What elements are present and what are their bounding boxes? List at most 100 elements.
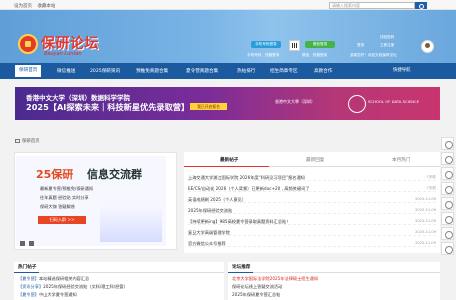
tab-monthly-hot[interactable]: 本月热门: [392, 157, 410, 163]
phone-login-button[interactable]: 手机号码登录: [251, 41, 281, 48]
list-item[interactable]: 【夏令营】中山大学夏令营通知: [18, 292, 77, 298]
join-group-button[interactable]: 扫码入群 >>: [38, 216, 86, 224]
list-item[interactable]: 【持续更新ing】985高校夏令营录取真题资料汇总贴！ 2025-11-09: [188, 217, 436, 225]
back-icon[interactable]: [441, 212, 454, 225]
post-date: 7天前: [426, 175, 436, 179]
list-item[interactable]: 【夏令营】本站精选保研相关内容汇总: [18, 276, 89, 282]
banner-signup-button[interactable]: 我已开启报名: [190, 103, 227, 110]
post-title[interactable]: 2025年保研经验交流贴（文科/理工科/经管）: [43, 284, 128, 289]
logo-icon[interactable]: [18, 34, 38, 54]
post-date: 2025-11-09: [415, 197, 436, 201]
qr-icon[interactable]: [441, 227, 454, 240]
search-icon[interactable]: [415, 2, 427, 9]
poster-title: 信息交流群: [87, 168, 142, 181]
divider: [228, 272, 440, 273]
hot-posts-title: 热门帖子: [18, 265, 37, 270]
list-item[interactable]: 保研论坛线上答疑交流活动: [232, 284, 282, 290]
post-title[interactable]: 复旦大学高级管理学院: [188, 230, 230, 236]
wechat-login-button[interactable]: 微信登录: [305, 41, 335, 48]
register-link[interactable]: 立即注册: [380, 43, 394, 48]
nav-item-cooperation[interactable]: 高教合作: [314, 68, 332, 74]
top-bar: 设为首页 收藏本站 请输入搜索内容: [0, 0, 456, 10]
close-icon[interactable]: [441, 242, 454, 255]
site-logo-sub: Baoyan Luntan: [44, 51, 82, 57]
post-date: 2025-11-09: [415, 219, 436, 223]
school-logo-icon: [348, 95, 366, 113]
nav-item-brochure[interactable]: 招生简章专区: [270, 68, 298, 74]
list-item[interactable]: 英语成绩刷 2025（个人意见） 2025-11-09: [188, 195, 436, 203]
ad-banner[interactable]: 香港中文大学（深圳）数据科学学院 2025【AI探索未来｜科技新星优先录取营】 …: [15, 87, 440, 120]
post-date: 7天前: [426, 186, 436, 190]
carousel-next-icon[interactable]: [29, 241, 34, 246]
welcome-text: 游客您好！欢迎光临保研论坛: [350, 53, 397, 57]
poster-line: 保研大咖 答疑解惑: [40, 204, 75, 209]
post-date: 2025-11-09: [415, 230, 436, 234]
post-title[interactable]: 上海交通大学浦江国际学院 2026年度“科研见习项目”报名通知: [188, 175, 305, 181]
tab-latest-posts[interactable]: 最新帖子: [220, 157, 238, 163]
forum-recommend-section: 论坛推荐 北京大学国际法学院2025年法律硕士招生通知 保研论坛线上答疑交流活动…: [228, 262, 440, 300]
search-input[interactable]: 请输入搜索内容: [329, 2, 415, 9]
post-title[interactable]: 官方微信公众号推荐: [188, 241, 226, 247]
quick-nav-button[interactable]: 快捷导航: [393, 67, 411, 73]
wechat-login-note: 微信，快捷登录: [302, 53, 328, 57]
login-link[interactable]: 登录: [357, 43, 364, 48]
banner-school: SCHOOL OF DATA SCIENCE: [368, 99, 420, 104]
post-list: 上海交通大学浦江国际学院 2026年度“科研见习项目”报名通知 7天前 EE/CS…: [184, 167, 440, 253]
main-nav: 保研首页 微信推送 2025保研资讯 预推免真题合集 夏令营真题合集 热帖排行 …: [0, 63, 456, 79]
avatar[interactable]: [421, 40, 434, 53]
post-title[interactable]: 本站精选保研相关内容汇总: [39, 276, 89, 281]
post-tabs: 最新帖子 最新回复 本月热门: [184, 152, 440, 167]
top-links: 设为首页 收藏本站: [14, 3, 59, 9]
wechat-icon[interactable]: [441, 137, 454, 150]
post-category[interactable]: 【夏令营】: [18, 292, 39, 297]
breadcrumb: 保研首页: [14, 138, 40, 144]
carousel-slide[interactable]: 25保研 信息交流群 最新夏令营/预推免/保研通知 往年真题 经验贴 实时分享 …: [16, 156, 166, 246]
list-item[interactable]: 2025年保研经验交流贴 2025-11-09: [188, 206, 436, 214]
divider-accent: [228, 272, 253, 273]
list-item[interactable]: 官方微信公众号推荐 2025-11-09: [188, 239, 436, 247]
post-title[interactable]: EE/CS/自动化 2026（个人背景）已更新doc+20 , 高频关键词了: [188, 186, 309, 192]
chat-icon[interactable]: [441, 167, 454, 180]
nav-item-pre-exam[interactable]: 预推免真题合集: [136, 68, 168, 74]
post-title[interactable]: 2025年保研经验交流贴: [188, 208, 232, 214]
post-title[interactable]: 英语成绩刷 2025（个人意见）: [188, 197, 246, 203]
poster-line: 最新夏令营/预推免/保研通知: [40, 186, 94, 191]
hot-posts-section: 热门帖子 【夏令营】本站精选保研相关内容汇总 【资讯分享】2025年保研经验交流…: [14, 262, 224, 300]
floating-sidebar: [441, 137, 455, 259]
site-logo[interactable]: 保研论坛: [41, 33, 99, 53]
qr-icon: [289, 40, 300, 51]
nav-item-news[interactable]: 2025保研资讯: [90, 68, 120, 74]
city-illustration: [100, 206, 162, 242]
list-item[interactable]: 【资讯分享】2025年保研经验交流贴（文科/理工科/经管）: [18, 284, 128, 290]
nav-item-summer-camp[interactable]: 夏令营真题合集: [186, 68, 218, 74]
post-title[interactable]: 中山大学夏令营通知: [39, 292, 77, 297]
post-category[interactable]: 【资讯分享】: [18, 284, 43, 289]
nav-item-hot[interactable]: 热帖排行: [237, 68, 255, 74]
list-item[interactable]: 2025年保研夏令营汇总帖: [232, 292, 280, 298]
list-item[interactable]: 复旦大学高级管理学院 2025-11-09: [188, 228, 436, 236]
edit-icon[interactable]: [441, 182, 454, 195]
post-date: 2025-11-09: [415, 208, 436, 212]
top-icon[interactable]: [441, 197, 454, 210]
divider-accent: [14, 272, 39, 273]
post-title[interactable]: 【持续更新ing】985高校夏令营录取真题资料汇总贴！: [188, 219, 290, 225]
post-date: 2025-11-09: [415, 241, 436, 245]
list-item[interactable]: 北京大学国际法学院2025年法律硕士招生通知: [232, 276, 318, 282]
list-item[interactable]: EE/CS/自动化 2026（个人背景）已更新doc+20 , 高频关键词了 7天…: [188, 184, 436, 192]
phone-icon[interactable]: [441, 152, 454, 165]
tab-latest-replies[interactable]: 最新回复: [306, 157, 324, 163]
nav-item-home[interactable]: 保研首页: [15, 65, 42, 77]
poster-title-red: 25保研: [36, 168, 74, 181]
list-item[interactable]: 上海交通大学浦江国际学院 2026年度“科研见习项目”报名通知 7天前: [188, 173, 436, 181]
forgot-password-link[interactable]: 找回密码: [380, 35, 394, 40]
carousel-prev-icon[interactable]: [20, 241, 25, 246]
post-category[interactable]: 【夏令营】: [18, 276, 39, 281]
poster-line: 往年真题 经验贴 实时分享: [40, 195, 89, 200]
phone-login-note: 手机号码，快捷登录: [247, 53, 280, 57]
divider: [14, 272, 224, 273]
favorite-link[interactable]: 收藏本站: [37, 4, 55, 9]
banner-institution: 香港中文大學（深圳）: [275, 99, 315, 104]
set-home-link[interactable]: 设为首页: [14, 4, 32, 9]
nav-item-wechat[interactable]: 微信推送: [57, 68, 75, 74]
breadcrumb-home[interactable]: 保研首页: [22, 139, 40, 144]
